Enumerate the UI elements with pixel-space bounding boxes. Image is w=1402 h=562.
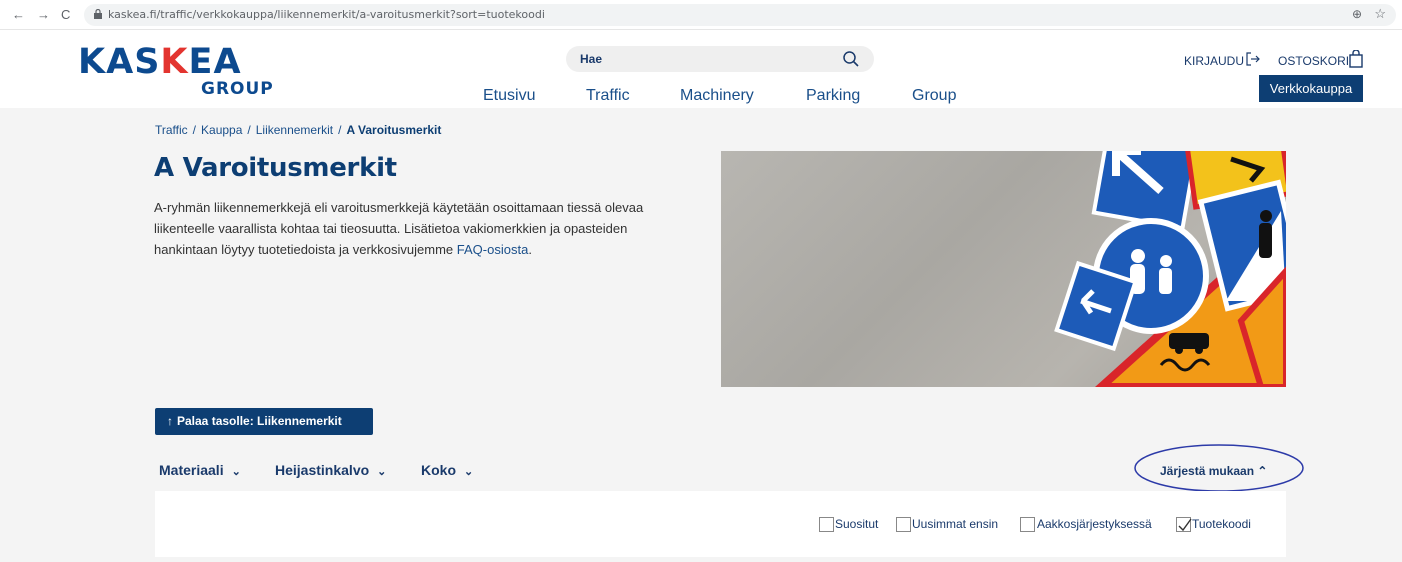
- cart-link[interactable]: OSTOSKORI: [1278, 54, 1349, 68]
- reload-icon[interactable]: C: [61, 7, 70, 22]
- login-link[interactable]: KIRJAUDU: [1184, 54, 1244, 68]
- breadcrumb-current: A Varoitusmerkit: [346, 123, 442, 137]
- filter-materiaali[interactable]: Materiaali ⌄: [159, 462, 241, 478]
- intro-text: A-ryhmän liikennemerkkejä eli varoitusme…: [154, 197, 714, 260]
- search-placeholder: Hae: [580, 52, 603, 66]
- faq-link[interactable]: FAQ-osiosta: [457, 242, 529, 257]
- filter-koko[interactable]: Koko ⌄: [421, 462, 473, 478]
- forward-icon[interactable]: →: [37, 7, 50, 22]
- webshop-button[interactable]: Verkkokauppa: [1259, 75, 1363, 102]
- chevron-down-icon: ⌄: [377, 466, 387, 478]
- intro-line: A-ryhmän liikennemerkkejä eli varoitusme…: [154, 200, 644, 215]
- lock-icon: [94, 9, 102, 19]
- logo-group-text: GROUP: [201, 79, 274, 99]
- browser-toolbar: ← → C kaskea.fi/traffic/verkkokauppa/lii…: [0, 0, 1402, 30]
- kaskea-logo[interactable]: KASKEA GROUP: [78, 42, 278, 102]
- sort-checkbox-aakkos[interactable]: [1020, 517, 1035, 532]
- breadcrumb: Traffic / Kauppa / Liikennemerkit / A Varoitus…: [155, 123, 442, 137]
- site-header: KASKEA GROUP Hae KIRJAUDU OSTOSKORI Verk…: [0, 30, 1402, 108]
- arrow-up-icon: ↑: [167, 414, 173, 428]
- zoom-icon[interactable]: ⊕: [1352, 7, 1362, 21]
- sort-checkbox-uusimmat[interactable]: [896, 517, 911, 532]
- logo-wordmark: KASKEA: [78, 42, 242, 82]
- hero-image: [721, 151, 1286, 387]
- nav-traffic[interactable]: Traffic: [586, 87, 630, 105]
- url-text: kaskea.fi/traffic/verkkokauppa/liikennem…: [108, 8, 545, 21]
- sort-toggle[interactable]: Järjestä mukaan ⌃: [1160, 464, 1267, 478]
- nav-machinery[interactable]: Machinery: [680, 87, 754, 105]
- sort-option-label[interactable]: Uusimmat ensin: [912, 517, 998, 531]
- chevron-down-icon: ⌄: [231, 466, 241, 478]
- checkmark-icon: [1178, 518, 1192, 532]
- sort-checkbox-suositut[interactable]: [819, 517, 834, 532]
- nav-parking[interactable]: Parking: [806, 87, 860, 105]
- breadcrumb-traffic[interactable]: Traffic: [155, 123, 188, 137]
- breadcrumb-kauppa[interactable]: Kauppa: [201, 123, 242, 137]
- back-to-category-button[interactable]: ↑ Palaa tasolle: Liikennemerkit: [155, 408, 373, 435]
- intro-line: liikenteelle vaarallista kohtaa tai tieo…: [154, 221, 628, 236]
- sort-option-label[interactable]: Suositut: [835, 517, 878, 531]
- nav-group[interactable]: Group: [912, 87, 956, 105]
- page-title: A Varoitusmerkit: [154, 153, 397, 183]
- sort-checkbox-tuotekoodi[interactable]: [1176, 517, 1192, 532]
- search-icon[interactable]: [842, 50, 860, 68]
- traffic-signs-illustration: [1054, 151, 1286, 387]
- intro-line: hankintaan löytyy tuotetiedoista ja verk…: [154, 242, 532, 257]
- sort-option-label[interactable]: Aakkosjärjestyksessä: [1037, 517, 1152, 531]
- bookmark-star-icon[interactable]: ☆: [1374, 6, 1386, 22]
- back-icon[interactable]: ←: [12, 7, 25, 22]
- login-icon[interactable]: [1246, 52, 1260, 66]
- address-bar[interactable]: kaskea.fi/traffic/verkkokauppa/liikennem…: [84, 4, 1396, 26]
- shopping-bag-icon[interactable]: [1349, 50, 1363, 68]
- sort-option-label[interactable]: Tuotekoodi: [1192, 517, 1251, 531]
- chevron-up-icon: ⌃: [1257, 464, 1268, 478]
- filter-heijastinkalvo[interactable]: Heijastinkalvo ⌄: [275, 462, 386, 478]
- search-input[interactable]: Hae: [566, 46, 874, 72]
- sort-options-panel: Suositut Uusimmat ensin Aakkosjärjestyks…: [155, 491, 1286, 557]
- chevron-down-icon: ⌄: [464, 466, 474, 478]
- nav-etusivu[interactable]: Etusivu: [483, 87, 535, 105]
- breadcrumb-liikennemerkit[interactable]: Liikennemerkit: [256, 123, 333, 137]
